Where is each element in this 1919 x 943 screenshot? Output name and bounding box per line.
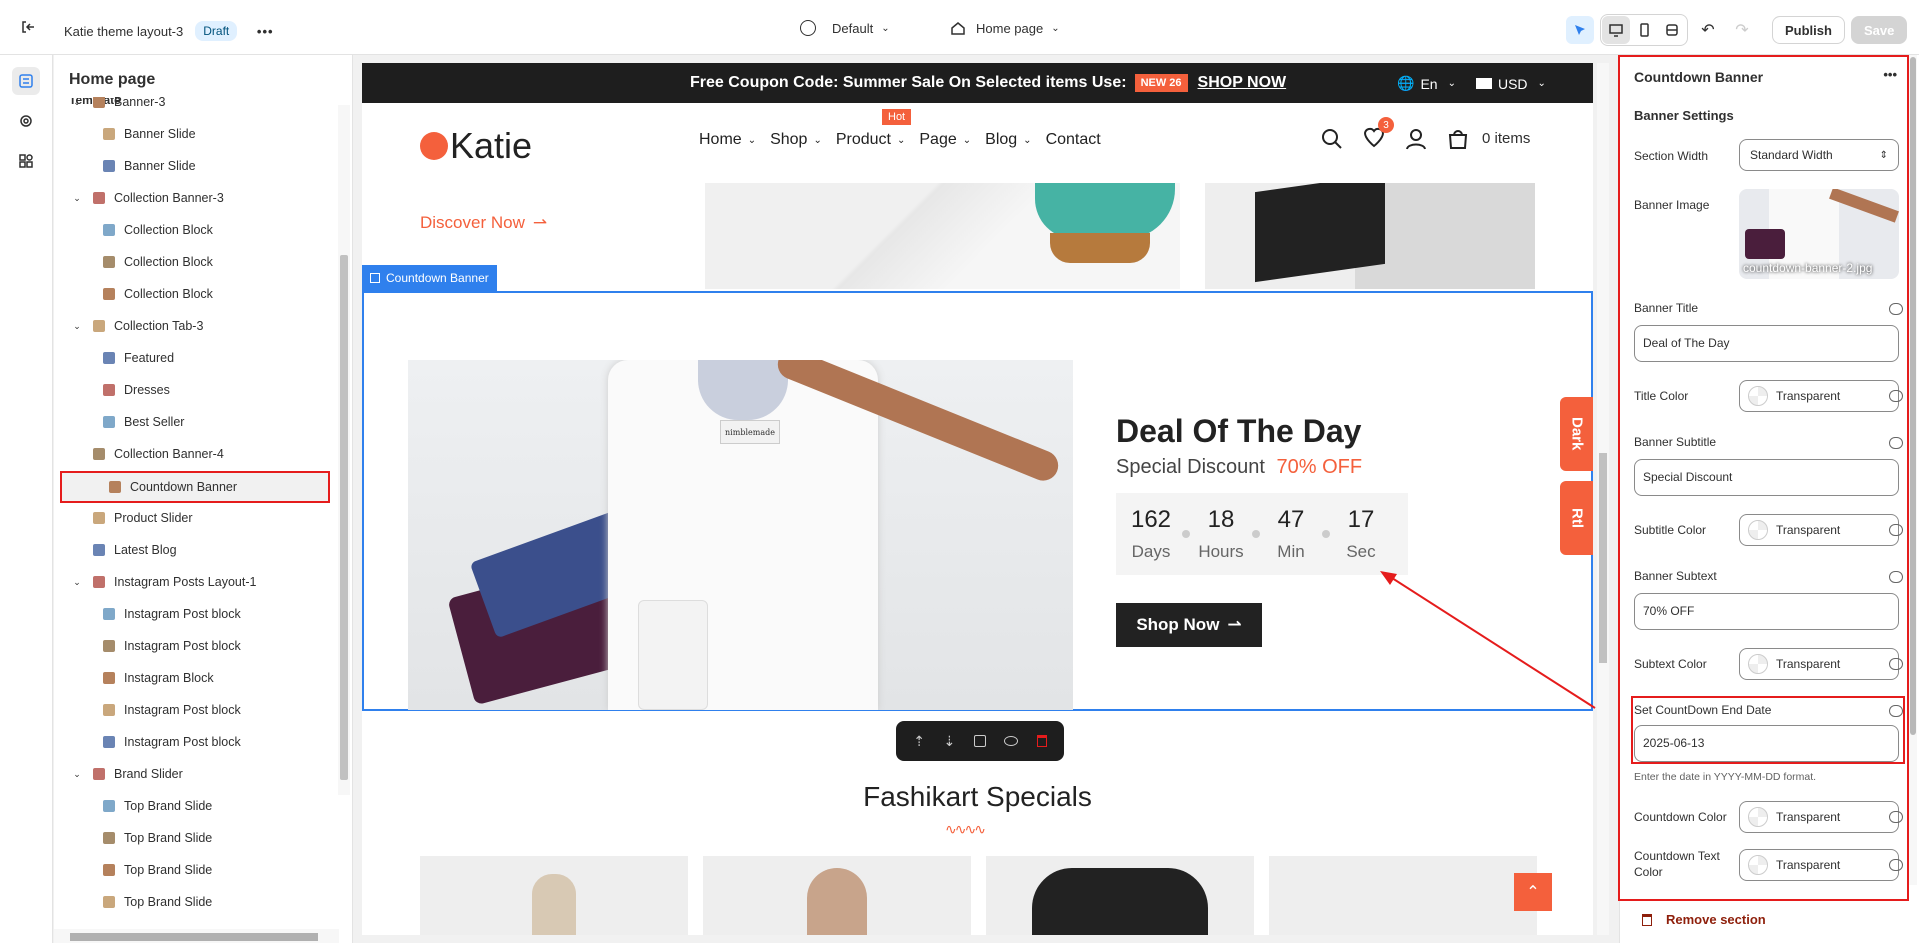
annotation-arrow — [1380, 571, 1596, 709]
